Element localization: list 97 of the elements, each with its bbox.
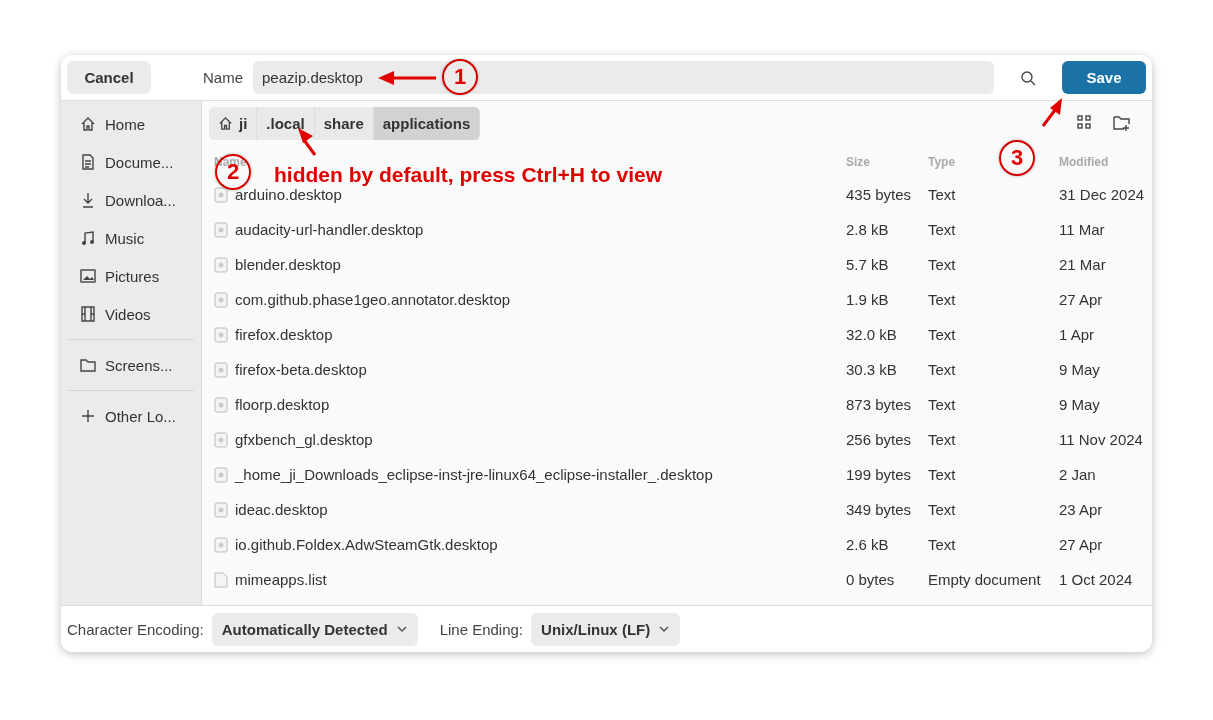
table-cell: Text [928,186,956,203]
table-cell: 32.0 kB [846,326,897,343]
step-marker: 1 [442,59,478,95]
table-cell: Text [928,431,956,448]
table-cell: 349 bytes [846,501,912,518]
file-name[interactable]: io.github.Foldex.AdwSteamGtk.desktop [214,536,498,553]
file-name[interactable]: firefox.desktop [214,326,333,343]
file-name[interactable]: _home_ji_Downloads_eclipse-inst-jre-linux64_eclipse-installer_.desktop [214,466,713,483]
table-cell: Text [928,396,956,413]
settings-file-icon [214,291,228,308]
settings-file-icon [214,186,228,203]
home-icon [80,116,96,132]
caret-icon [395,625,408,633]
table-cell: Text [928,256,956,273]
table-cell: 11 Mar [1059,221,1105,238]
table-cell: 1 Apr [1059,326,1095,343]
settings-file-icon [214,431,228,448]
table-cell: 256 bytes [846,431,912,448]
film-icon [80,306,96,322]
grid-view-icon[interactable] [1077,115,1091,129]
file-name[interactable]: blender.desktop [214,256,341,273]
table-cell: Text [928,361,956,378]
home-icon [218,115,233,131]
document-icon [80,154,96,170]
file-name[interactable]: firefox-beta.desktop [214,361,367,378]
download-icon [80,192,96,208]
file-name[interactable]: mimeapps.list [214,571,327,588]
sidebar-item[interactable]: Screens... [61,346,201,384]
path-button[interactable]: ji [209,106,258,140]
table-cell: Text [928,291,956,308]
table-cell: 873 bytes [846,396,912,413]
file-name[interactable]: gfxbench_gl.desktop [214,431,373,448]
line-ending-label: Line Ending: [439,620,524,638]
table-cell: 27 Apr [1059,291,1103,308]
sidebar-item[interactable]: Downloa... [61,181,201,219]
caret-icon [658,625,671,633]
search-icon[interactable] [1020,69,1036,86]
settings-file-icon [214,536,228,553]
annotation-arrow [1040,98,1064,128]
sidebar-item[interactable]: Pictures [61,257,201,295]
table-cell: 30.3 kB [846,361,897,378]
table-cell: 5.7 kB [846,256,889,273]
line-ending-dropdown[interactable]: Unix/Linux (LF) [531,612,681,646]
annotation-note: hidden by default, press Ctrl+H to view [274,163,662,187]
table-cell: 2 Jan [1059,466,1096,483]
table-cell: 27 Apr [1059,536,1103,553]
encoding-label: Character Encoding: [67,620,204,638]
table-cell: Text [928,221,956,238]
table-cell: 31 Dec 2024 [1059,186,1145,203]
annotation-arrow [298,128,318,158]
table-cell: 9 May [1059,396,1100,413]
file-icon [214,571,228,588]
settings-file-icon [214,501,228,518]
cancel-button[interactable]: Cancel [67,61,151,94]
table-cell: 2.6 kB [846,536,889,553]
table-cell: Text [928,326,956,343]
sidebar-item[interactable]: Videos [61,295,201,333]
table-cell: 199 bytes [846,466,912,483]
table-cell: 21 Mar [1059,256,1106,273]
plus-icon [80,408,96,424]
table-cell: 0 bytes [846,571,895,588]
table-cell: 435 bytes [846,186,912,203]
table-cell: 23 Apr [1059,501,1103,518]
settings-file-icon [214,396,228,413]
settings-file-icon [214,256,228,273]
settings-file-icon [214,466,228,483]
annotation-arrow [378,71,438,85]
table-cell: 1 Oct 2024 [1059,571,1133,588]
music-note-icon [80,230,96,246]
file-name[interactable]: floorp.desktop [214,396,330,413]
folder-icon [80,357,96,373]
table-cell: 9 May [1059,361,1100,378]
new-folder-icon[interactable] [1113,115,1131,131]
sidebar-item[interactable]: Docume... [61,143,201,181]
picture-icon [80,268,96,284]
path-button[interactable]: applications [373,106,481,140]
table-cell: Text [928,466,956,483]
file-name[interactable]: arduino.desktop [214,186,342,203]
table-cell: 11 Nov 2024 [1059,431,1143,448]
sidebar-item[interactable]: Other Lo... [61,397,201,435]
table-cell: 2.8 kB [846,221,889,238]
sidebar-item[interactable]: Home [61,105,201,143]
name-label: Name [203,69,243,86]
table-cell: 1.9 kB [846,291,889,308]
sidebar-item[interactable]: Music [61,219,201,257]
encoding-dropdown[interactable]: Automatically Detected [211,612,418,646]
settings-file-icon [214,361,228,378]
file-name[interactable]: audacity-url-handler.desktop [214,221,424,238]
table-cell: Empty document [928,571,1041,588]
step-marker: 3 [999,140,1035,176]
table-cell: Text [928,536,956,553]
settings-file-icon [214,326,228,343]
file-name[interactable]: ideac.desktop [214,501,328,518]
settings-file-icon [214,221,228,238]
table-cell: Text [928,501,956,518]
file-name[interactable]: com.github.phase1geo.annotator.desktop [214,291,511,308]
save-button[interactable]: Save [1062,61,1146,94]
